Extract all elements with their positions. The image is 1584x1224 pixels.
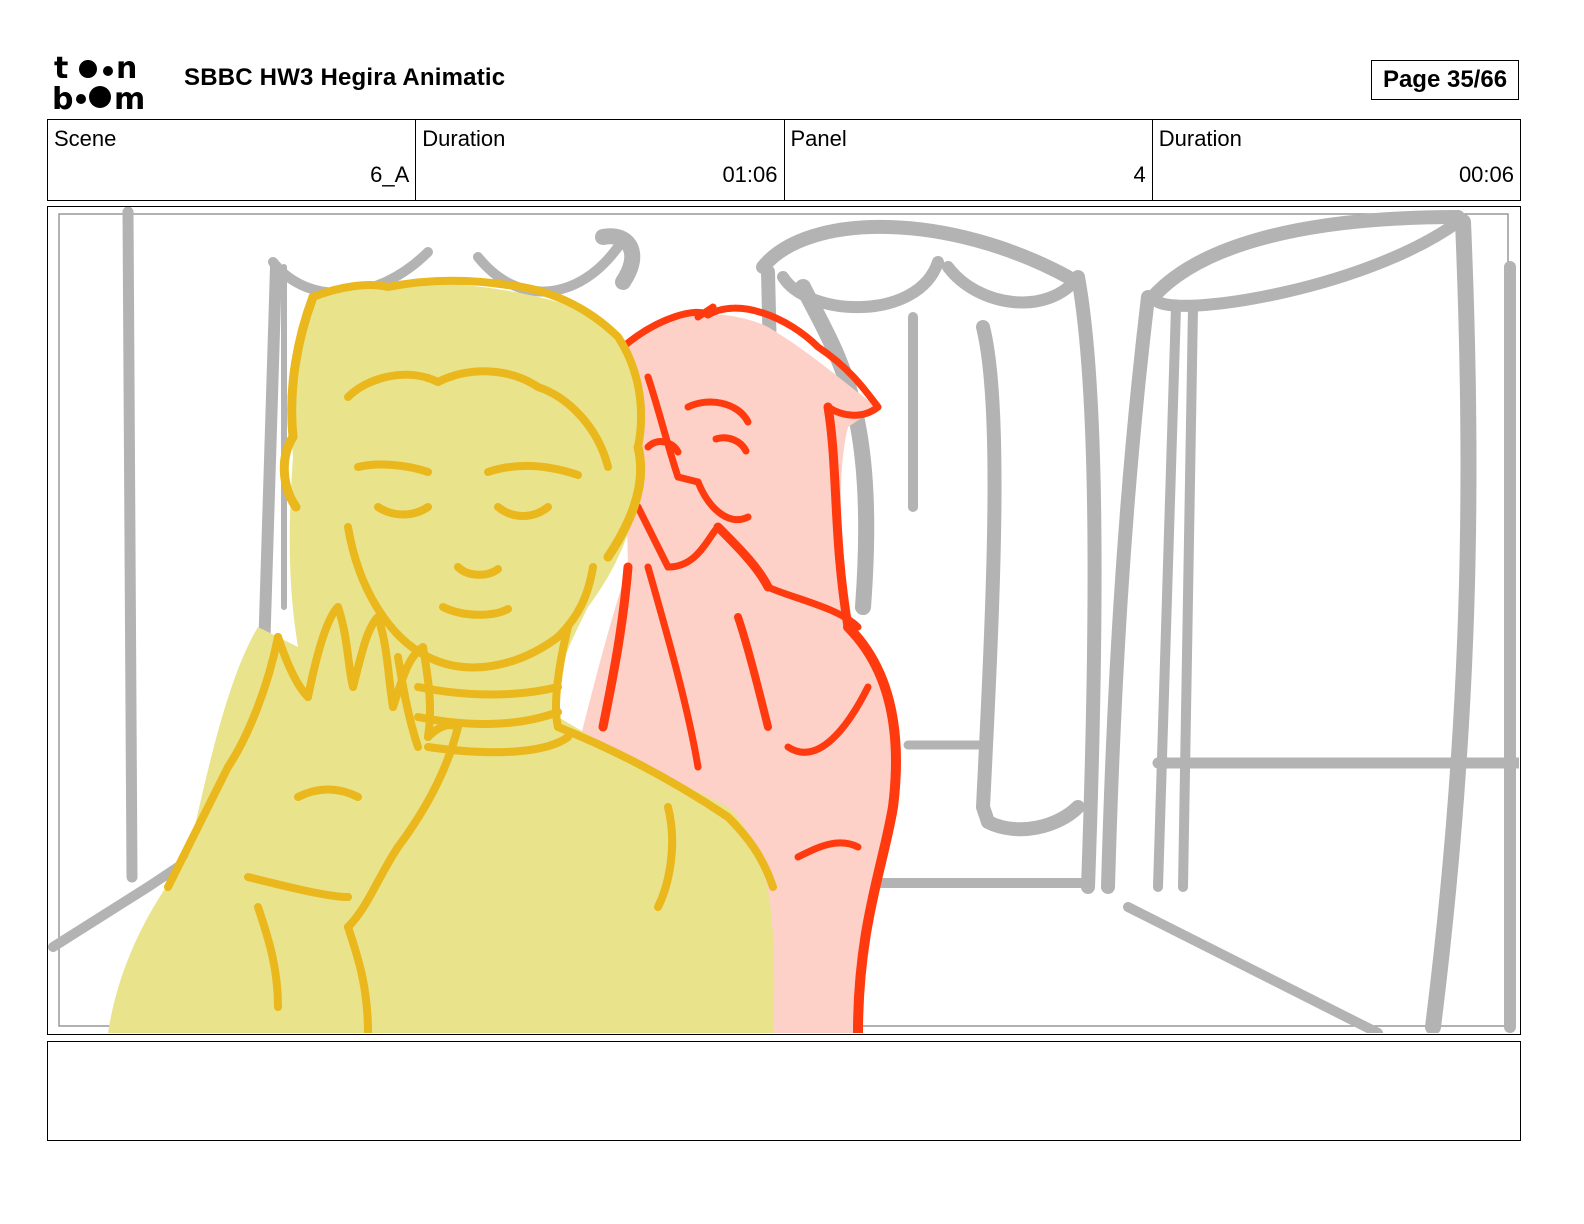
- svg-text:m: m: [114, 82, 145, 112]
- scene-cell: Scene 6_A: [48, 120, 417, 200]
- svg-text:t: t: [54, 52, 68, 86]
- panel-label: Panel: [790, 126, 847, 151]
- svg-text:b: b: [52, 82, 73, 112]
- panel-duration-label: Duration: [1158, 126, 1242, 151]
- scene-duration-label: Duration: [422, 126, 506, 151]
- toon-boom-logo: t n b m: [52, 52, 145, 112]
- scene-value: 6_A: [370, 162, 410, 187]
- panel-cell: Panel 4: [785, 120, 1153, 200]
- scene-label: Scene: [54, 126, 117, 151]
- storyboard-sketch-image: [48, 207, 1519, 1033]
- svg-text:n: n: [116, 52, 137, 86]
- panel-notes: [47, 1041, 1521, 1141]
- panel-duration-cell: Duration 00:06: [1153, 120, 1520, 200]
- scene-duration-value: 01:06: [722, 162, 778, 187]
- scene-info-table: Scene 6_A Duration 01:06 Panel 4 Duratio…: [47, 119, 1521, 201]
- storyboard-panel: [47, 206, 1521, 1035]
- panel-duration-value: 00:06: [1458, 162, 1514, 187]
- scene-duration-cell: Duration 01:06: [416, 120, 785, 200]
- page-number: Page 35/66: [1371, 60, 1519, 100]
- document-title: SBBC HW3 Hegira Animatic: [184, 64, 506, 91]
- panel-value: 4: [1133, 162, 1146, 187]
